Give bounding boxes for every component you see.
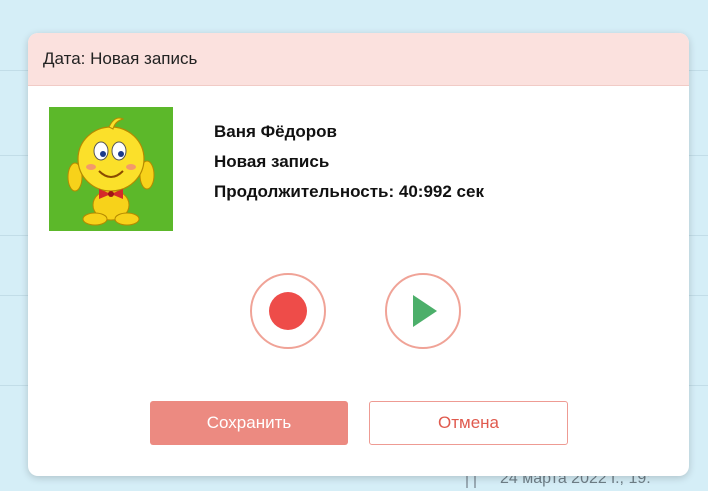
play-icon bbox=[413, 295, 437, 327]
record-button[interactable] bbox=[250, 273, 326, 349]
dialog-title: Дата: Новая запись bbox=[43, 49, 198, 68]
save-button[interactable]: Сохранить bbox=[150, 401, 348, 445]
record-icon bbox=[269, 292, 307, 330]
recording-dialog: Дата: Новая запись Ваня Фёдоров Новая за… bbox=[28, 33, 689, 476]
bg-icon bbox=[466, 476, 476, 488]
record-title: Новая запись bbox=[214, 152, 330, 171]
smiley-character-icon bbox=[49, 107, 173, 231]
dialog-header: Дата: Новая запись bbox=[28, 33, 689, 86]
record-info: Ваня Фёдоров Новая запись Продолжительно… bbox=[214, 122, 484, 212]
play-button[interactable] bbox=[385, 273, 461, 349]
duration-label: Продолжительность: 40:992 сек bbox=[214, 182, 484, 201]
cancel-button[interactable]: Отмена bbox=[369, 401, 568, 445]
user-name: Ваня Фёдоров bbox=[214, 122, 338, 141]
